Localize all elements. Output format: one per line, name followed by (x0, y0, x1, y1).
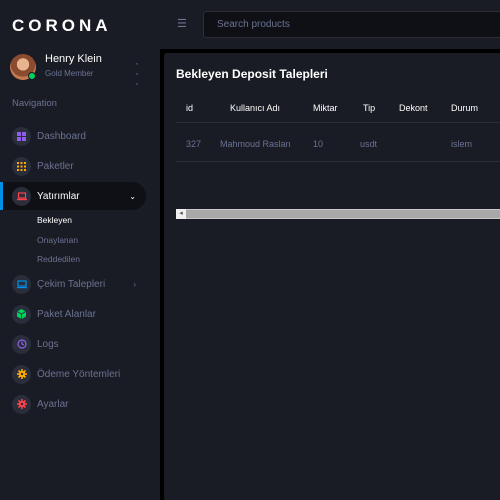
more-vertical-icon[interactable]: · · · (135, 57, 139, 89)
cell-type: usdt (360, 139, 378, 149)
laptop-icon (12, 186, 31, 206)
monitor-icon (12, 274, 31, 294)
menu-toggle-icon[interactable]: ☰ (177, 17, 187, 30)
chevron-down-icon[interactable]: ⌄ (129, 192, 136, 201)
chevron-right-icon[interactable]: › (133, 280, 136, 289)
table-header-status: Durum (451, 103, 479, 113)
profile-name: Henry Klein (45, 53, 102, 65)
sidebar-item-label: Yatırımlar (37, 190, 80, 202)
table-header-type: Tip (363, 103, 376, 113)
brand-logo[interactable]: CORONA (12, 16, 112, 36)
scrollbar-thumb[interactable] (186, 210, 500, 218)
cell-amount: 10 (313, 139, 324, 149)
sidebar-item-label: Paket Alanlar (37, 308, 96, 320)
sidebar-item-label: Çekim Talepleri (37, 278, 106, 290)
sidebar-item-label: Logs (37, 338, 59, 350)
content-card: Bekleyen Deposit Talepleri id Kullanıcı … (164, 53, 500, 500)
dashboard-icon (12, 126, 31, 146)
table-header-receipt: Dekont (399, 103, 428, 113)
search-input[interactable] (203, 11, 500, 38)
sidebar-item-label: Paketler (37, 160, 74, 172)
cog-icon (12, 364, 31, 384)
main-content: Bekleyen Deposit Talepleri id Kullanıcı … (160, 49, 500, 500)
sidebar-item-label: Ayarlar (37, 398, 69, 410)
gear-icon (12, 394, 31, 414)
sidebar-item-logs[interactable]: Logs (0, 330, 146, 358)
cell-id: 327 (186, 139, 202, 149)
cell-username: Mahmoud Raslan (220, 139, 291, 149)
table-divider (176, 122, 500, 123)
profile-role: Gold Member (45, 69, 94, 78)
table-header-id: id (186, 103, 194, 113)
sidebar-item-odeme-yontemleri[interactable]: Ödeme Yöntemleri (0, 360, 146, 388)
table-header-username: Kullanıcı Adı (230, 103, 281, 113)
clock-icon (12, 334, 31, 354)
page-title: Bekleyen Deposit Talepleri (176, 67, 328, 81)
grid-icon (12, 156, 31, 176)
sidebar-item-label: Ödeme Yöntemleri (37, 368, 121, 380)
user-profile: Henry Klein Gold Member · · · (10, 52, 150, 89)
scroll-left-icon[interactable]: ◂ (176, 209, 186, 219)
sidebar-item-dashboard[interactable]: Dashboard (0, 122, 146, 150)
sidebar-item-cekim-talepleri[interactable]: Çekim Talepleri › (0, 270, 146, 298)
cell-status[interactable]: islem (451, 139, 472, 149)
sidebar-item-ayarlar[interactable]: Ayarlar (0, 390, 146, 418)
sidebar: CORONA Henry Klein Gold Member · · · Navig… (0, 0, 160, 500)
online-status-dot (28, 72, 36, 80)
submenu-item-reddedilen[interactable]: Reddedilen (37, 254, 80, 264)
submenu-item-bekleyen[interactable]: Bekleyen (37, 215, 72, 225)
sidebar-item-paket-alanlar[interactable]: Paket Alanlar (0, 300, 146, 328)
top-navbar: ☰ (160, 0, 500, 49)
horizontal-scrollbar[interactable]: ◂ (176, 209, 500, 219)
sidebar-item-label: Dashboard (37, 130, 86, 142)
cube-icon (12, 304, 31, 324)
table-divider (176, 161, 500, 162)
table-header-amount: Miktar (313, 103, 338, 113)
sidebar-item-yatirimlar[interactable]: Yatırımlar ⌄ (0, 182, 146, 210)
nav-section-title: Navigation (12, 98, 57, 109)
submenu-item-onaylanan[interactable]: Onaylanan (37, 235, 78, 245)
sidebar-item-paketler[interactable]: Paketler (0, 152, 146, 180)
